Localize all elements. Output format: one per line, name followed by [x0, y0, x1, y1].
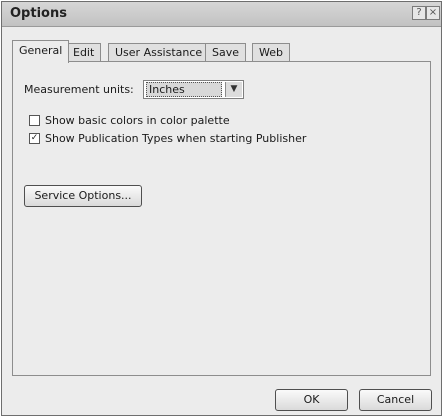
close-button[interactable]: × [426, 6, 440, 20]
show-basic-colors-checkbox[interactable] [29, 115, 40, 126]
ok-button[interactable]: OK [275, 389, 348, 411]
show-publication-types-checkbox[interactable]: ✓ [29, 133, 40, 144]
options-dialog: Options ? × General Edit User Assistance… [1, 1, 442, 416]
title-bar: Options ? × [2, 2, 441, 27]
show-basic-colors-label: Show basic colors in color palette [45, 114, 230, 127]
tab-user-assistance[interactable]: User Assistance [108, 43, 210, 62]
measurement-units-select[interactable]: Inches ▼ [143, 80, 244, 99]
service-options-button[interactable]: Service Options... [24, 185, 142, 207]
measurement-units-value: Inches [146, 82, 222, 97]
general-tab-panel [12, 61, 431, 376]
help-button[interactable]: ? [412, 6, 426, 20]
tab-web[interactable]: Web [252, 43, 290, 62]
measurement-units-label: Measurement units: [24, 83, 134, 96]
tab-edit[interactable]: Edit [66, 43, 102, 62]
chevron-down-icon[interactable]: ▼ [225, 82, 242, 97]
dialog-title: Options [10, 6, 67, 21]
tab-save[interactable]: Save [205, 43, 247, 62]
cancel-button[interactable]: Cancel [359, 389, 432, 411]
show-publication-types-label: Show Publication Types when starting Pub… [45, 132, 307, 145]
tab-general[interactable]: General [12, 40, 70, 63]
